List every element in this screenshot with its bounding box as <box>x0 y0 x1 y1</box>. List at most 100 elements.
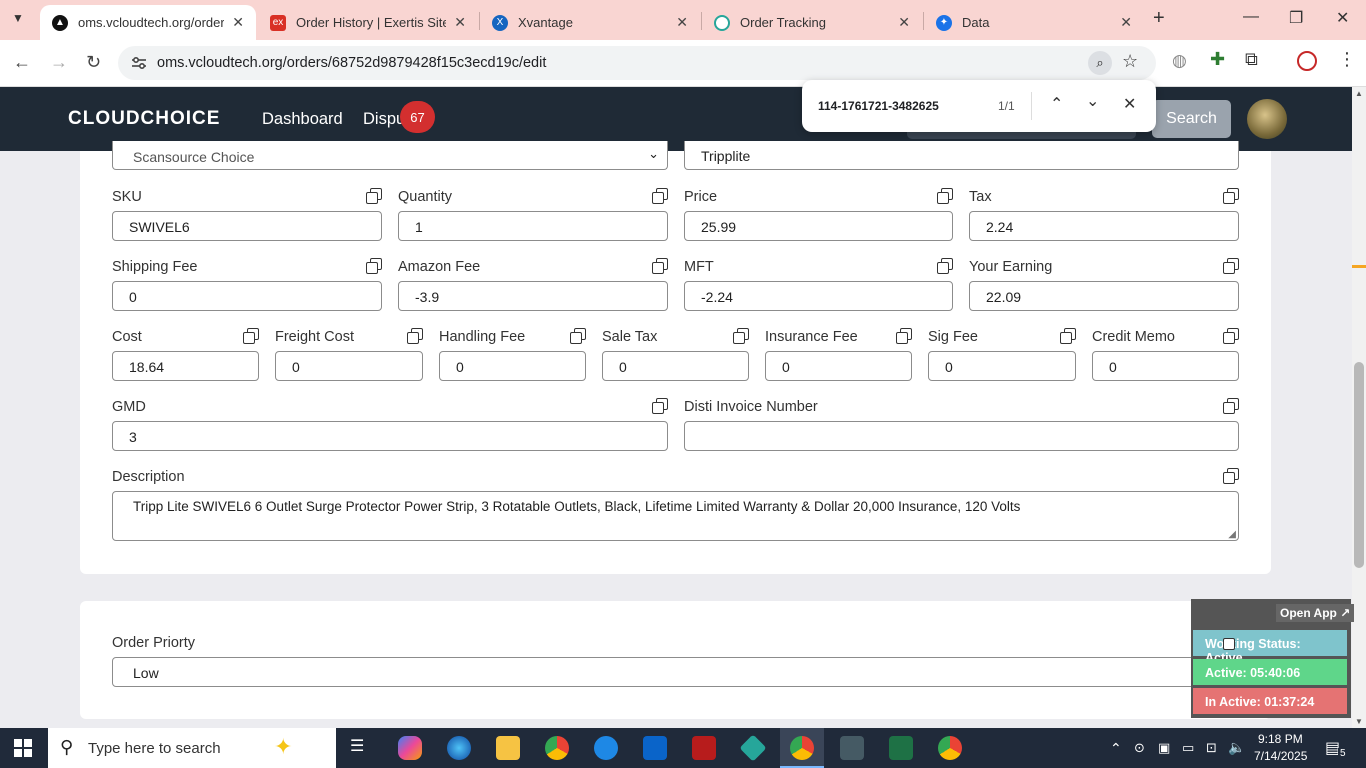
header-search-input[interactable] <box>907 131 1136 139</box>
sku-input[interactable]: SWIVEL6 <box>112 211 382 241</box>
resize-handle-icon[interactable]: ◢ <box>1228 529 1236 540</box>
clock-time[interactable]: 9:18 PM <box>1258 732 1303 746</box>
cost-input[interactable]: 18.64 <box>112 351 259 381</box>
nav-dashboard[interactable]: Dashboard <box>262 110 343 129</box>
chrome-profile-icon[interactable] <box>790 736 814 760</box>
windows-start-icon[interactable] <box>14 739 32 757</box>
freight-cost-input[interactable]: 0 <box>275 351 423 381</box>
copy-icon[interactable] <box>1223 468 1239 484</box>
tab-search-icon[interactable]: ▼ <box>12 11 24 25</box>
file-explorer-icon[interactable] <box>496 736 520 760</box>
close-icon[interactable]: ✕ <box>454 14 466 31</box>
copy-icon[interactable] <box>366 258 382 274</box>
price-input[interactable]: 25.99 <box>684 211 953 241</box>
network-icon[interactable]: ⊡ <box>1206 740 1217 756</box>
copy-icon[interactable] <box>243 328 259 344</box>
bookmark-star-icon[interactable]: ☆ <box>1122 51 1138 72</box>
extensions-puzzle-icon[interactable]: ⧉ <box>1245 49 1258 70</box>
your-earning-input[interactable]: 22.09 <box>969 281 1239 311</box>
close-icon[interactable]: ✕ <box>232 14 244 31</box>
chevron-down-icon[interactable]: ⌄ <box>1086 91 1099 111</box>
copy-icon[interactable] <box>937 188 953 204</box>
copy-icon[interactable] <box>1223 328 1239 344</box>
copy-icon[interactable] <box>896 328 912 344</box>
order-priority-select[interactable]: Low <box>112 657 1239 687</box>
copy-icon[interactable] <box>937 258 953 274</box>
app-diamond-icon[interactable] <box>739 734 767 762</box>
gmd-input[interactable]: 3 <box>112 421 668 451</box>
taskbar-search-box[interactable]: ⚲ Type here to search ✦ <box>48 728 336 768</box>
copy-icon[interactable] <box>652 398 668 414</box>
description-textarea[interactable]: Tripp Lite SWIVEL6 6 Outlet Surge Protec… <box>112 491 1239 541</box>
chevron-up-icon[interactable]: ⌃ <box>1050 94 1063 114</box>
disti-invoice-input[interactable] <box>684 421 1239 451</box>
browser-menu-icon[interactable]: ⋮ <box>1338 49 1356 70</box>
tab-data[interactable]: ✦ Data ✕ <box>924 5 1144 40</box>
copy-icon[interactable] <box>1060 328 1076 344</box>
filezilla-icon[interactable] <box>692 736 716 760</box>
amazon-fee-input[interactable]: -3.9 <box>398 281 668 311</box>
tab-xvantage[interactable]: X Xvantage ✕ <box>480 5 700 40</box>
profile-icon[interactable] <box>1297 51 1317 71</box>
edge-icon[interactable] <box>447 736 471 760</box>
volume-icon[interactable]: 🔈 <box>1228 739 1245 756</box>
forward-icon[interactable]: → <box>50 52 68 73</box>
window-close-icon[interactable]: ✕ <box>1336 8 1349 28</box>
extension-add-icon[interactable]: ✚ <box>1210 49 1225 70</box>
meet-now-icon[interactable]: ⊙ <box>1134 740 1145 756</box>
copilot-icon[interactable] <box>398 736 422 760</box>
sig-fee-input[interactable]: 0 <box>928 351 1076 381</box>
tab-oms[interactable]: ▲ oms.vcloudtech.org/orders/6 ✕ <box>40 5 256 40</box>
display-icon[interactable]: ▣ <box>1158 740 1170 756</box>
outlook-icon[interactable] <box>643 736 667 760</box>
shipping-fee-input[interactable]: 0 <box>112 281 382 311</box>
reload-icon[interactable]: ↻ <box>86 52 101 73</box>
mft-input[interactable]: -2.24 <box>684 281 953 311</box>
find-query-input[interactable]: 114-1761721-3482625 <box>818 99 939 113</box>
tax-input[interactable]: 2.24 <box>969 211 1239 241</box>
zoom-icon[interactable] <box>594 736 618 760</box>
distributor-select[interactable]: Scansource Choice ⌄ <box>112 141 668 170</box>
minimize-icon[interactable]: — <box>1243 8 1259 26</box>
chrome-icon[interactable] <box>545 736 569 760</box>
copy-icon[interactable] <box>1223 258 1239 274</box>
copy-icon[interactable] <box>733 328 749 344</box>
copy-icon[interactable] <box>366 188 382 204</box>
back-icon[interactable]: ← <box>13 52 31 73</box>
address-bar[interactable]: oms.vcloudtech.org/orders/68752d9879428f… <box>118 46 1156 80</box>
cloudchoice-logo[interactable]: CLOUDCHOICE <box>68 108 220 130</box>
user-avatar[interactable] <box>1247 99 1287 139</box>
new-tab-icon[interactable]: + <box>1153 7 1165 30</box>
maximize-icon[interactable]: ❐ <box>1289 8 1303 28</box>
site-settings-icon[interactable] <box>130 54 148 72</box>
handling-fee-input[interactable]: 0 <box>439 351 586 381</box>
close-icon[interactable]: ✕ <box>1120 14 1132 31</box>
globe-icon[interactable]: ◍ <box>1172 51 1187 71</box>
copy-icon[interactable] <box>570 328 586 344</box>
insurance-fee-input[interactable]: 0 <box>765 351 912 381</box>
chrome-app-icon[interactable] <box>938 736 962 760</box>
calculator-icon[interactable] <box>840 736 864 760</box>
tab-order-tracking[interactable]: Order Tracking ✕ <box>702 5 922 40</box>
copy-icon[interactable] <box>652 188 668 204</box>
copy-icon[interactable] <box>652 258 668 274</box>
close-find-icon[interactable]: ✕ <box>1123 94 1136 114</box>
task-view-icon[interactable]: ☰ <box>350 736 374 760</box>
manufacturer-field[interactable]: Tripplite <box>684 141 1239 170</box>
battery-icon[interactable]: ▭ <box>1182 740 1194 756</box>
copy-icon[interactable] <box>1223 398 1239 414</box>
clock-date[interactable]: 7/14/2025 <box>1254 749 1307 763</box>
open-app-link[interactable]: Open App ↗ <box>1276 604 1355 622</box>
chevron-up-icon[interactable]: ⌃ <box>1110 740 1122 757</box>
tab-exertis[interactable]: ex Order History | Exertis Site ✕ <box>258 5 478 40</box>
copy-icon[interactable] <box>1223 188 1239 204</box>
nav-disputes[interactable]: Dispu <box>363 110 405 129</box>
header-search-button[interactable]: Search <box>1152 100 1231 138</box>
close-icon[interactable]: ✕ <box>676 14 688 31</box>
copy-icon[interactable] <box>407 328 423 344</box>
find-in-page-icon[interactable]: ⌕ <box>1088 51 1112 75</box>
close-icon[interactable]: ✕ <box>898 14 910 31</box>
credit-memo-input[interactable]: 0 <box>1092 351 1239 381</box>
quantity-input[interactable]: 1 <box>398 211 668 241</box>
scrollbar-thumb[interactable] <box>1354 362 1364 568</box>
